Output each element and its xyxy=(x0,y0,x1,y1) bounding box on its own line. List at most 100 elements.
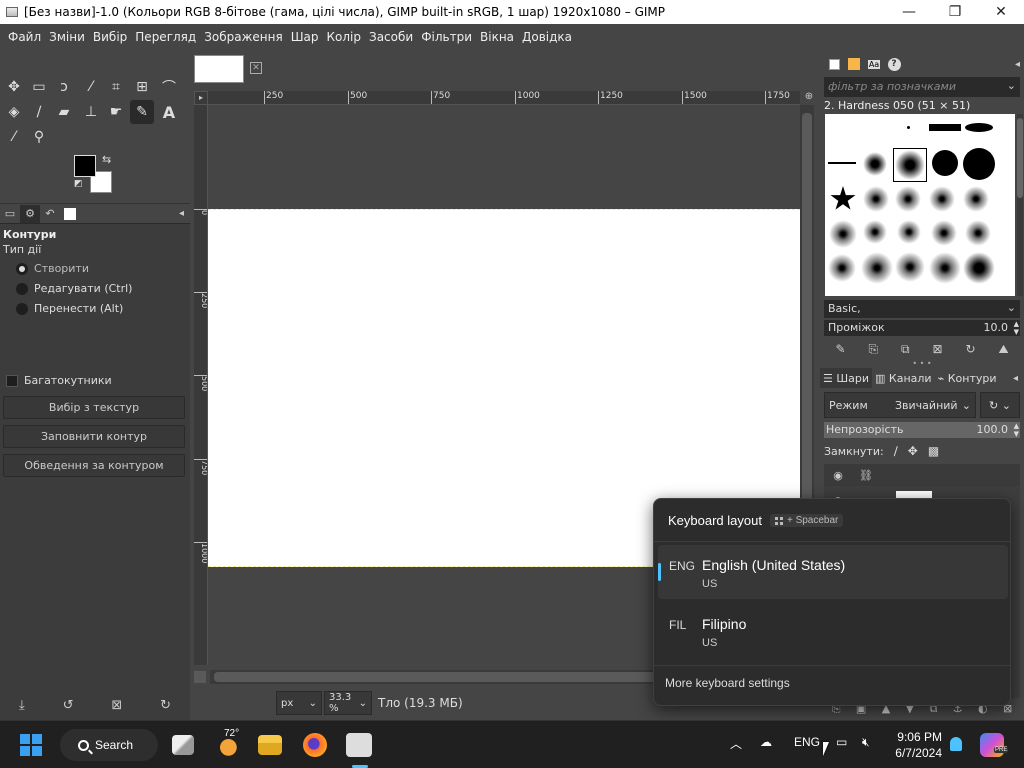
zoom-tool-icon[interactable]: ⚲ xyxy=(27,125,51,149)
text-tool-icon[interactable]: A xyxy=(157,100,181,124)
device-status-tab-icon[interactable]: ▭ xyxy=(0,205,20,223)
lasso-tool-icon[interactable]: ↄ xyxy=(52,75,76,99)
brushes-tab-icon[interactable] xyxy=(824,55,844,73)
unit-select[interactable]: px ⌄ xyxy=(276,691,322,715)
lock-pixels-icon[interactable]: ∕ xyxy=(894,444,898,458)
brush-item[interactable] xyxy=(931,220,957,246)
fg-bg-color-selector[interactable]: ⇆ ◩ xyxy=(74,153,116,195)
menu-filters[interactable]: Фільтри xyxy=(417,30,476,44)
brush-item[interactable] xyxy=(929,252,961,284)
brush-item[interactable] xyxy=(963,186,989,212)
brush-grid[interactable] xyxy=(825,114,1015,296)
delete-options-icon[interactable]: ⊠ xyxy=(111,698,122,713)
polygonal-checkbox[interactable]: Багатокутники xyxy=(6,374,112,387)
bucket-fill-tool-icon[interactable]: ◈ xyxy=(2,100,26,124)
tab-menu-icon[interactable]: ◂ xyxy=(179,208,184,219)
system-clock[interactable]: 9:06 PM 6/7/2024 xyxy=(888,729,942,761)
mode-radio-move[interactable]: Перенести (Alt) xyxy=(16,302,123,315)
volume-muted-icon[interactable]: 🔇︎ xyxy=(862,735,870,750)
smudge-tool-icon[interactable]: ☛ xyxy=(104,100,128,124)
undo-history-tab-icon[interactable]: ↶ xyxy=(40,205,60,223)
brush-item[interactable] xyxy=(907,126,910,129)
menu-image[interactable]: Зображення xyxy=(200,30,287,44)
brush-tag-filter-input[interactable]: фільтр за позначками ⌄ xyxy=(824,77,1020,97)
brush-scrollbar[interactable] xyxy=(1017,114,1023,296)
brush-item[interactable] xyxy=(929,186,955,212)
minimize-button[interactable]: — xyxy=(886,0,932,24)
layer-mode-select[interactable]: Режим Звичайний ⌄ xyxy=(824,392,976,418)
help-tab-icon[interactable]: ? xyxy=(884,55,904,73)
brush-item[interactable] xyxy=(863,152,887,176)
lock-alpha-icon[interactable]: ▩ xyxy=(928,444,939,458)
composite-mode-select[interactable]: ↻ ⌄ xyxy=(980,392,1020,418)
brush-item[interactable] xyxy=(963,252,995,284)
brush-item[interactable] xyxy=(929,124,961,131)
start-button[interactable] xyxy=(20,734,42,756)
mode-radio-edit[interactable]: Редагувати (Ctrl) xyxy=(16,282,132,295)
brush-item[interactable] xyxy=(897,220,921,244)
brush-item[interactable] xyxy=(829,220,857,248)
zoom-fit-icon[interactable]: ⊕ xyxy=(802,91,816,105)
firefox-icon[interactable] xyxy=(303,733,327,757)
open-as-image-icon[interactable]: ⛰ xyxy=(998,342,1008,357)
fill-path-button[interactable]: Заповнити контур xyxy=(3,425,185,448)
save-options-icon[interactable]: ⤓ xyxy=(19,698,25,713)
tab-paths[interactable]: ⌁ Контури xyxy=(935,368,1000,388)
brush-item[interactable] xyxy=(828,254,856,282)
new-brush-icon[interactable]: ⎘ xyxy=(868,342,878,357)
mode-radio-create[interactable]: Створити xyxy=(16,262,89,275)
quick-mask-corner-icon[interactable]: ▸ xyxy=(194,91,208,105)
chain-link-icon[interactable]: ⛓ xyxy=(852,469,880,482)
tab-channels[interactable]: ▥ Канали xyxy=(872,368,935,388)
menu-edit[interactable]: Зміни xyxy=(45,30,89,44)
paths-tool-icon[interactable]: ✎ xyxy=(130,100,154,124)
default-colors-icon[interactable]: ◩ xyxy=(74,179,83,189)
refresh-brushes-icon[interactable]: ↻ xyxy=(965,342,975,356)
rect-select-tool-icon[interactable]: ▭ xyxy=(27,75,51,99)
tab-menu-icon[interactable]: ◂ xyxy=(1015,59,1020,70)
brush-item[interactable] xyxy=(830,186,856,210)
fuzzy-select-tool-icon[interactable]: ⁄ xyxy=(79,75,103,99)
selection-from-path-button[interactable]: Вибір з текстур xyxy=(3,396,185,419)
show-hidden-icons-icon[interactable]: ︿ xyxy=(730,735,742,752)
brush-item[interactable] xyxy=(963,148,995,180)
close-button[interactable]: ✕ xyxy=(978,0,1024,24)
brush-item[interactable] xyxy=(965,220,991,246)
menu-colors[interactable]: Колір xyxy=(323,30,365,44)
navigate-icon[interactable] xyxy=(194,671,206,683)
image-tab-close-icon[interactable]: ✕ xyxy=(250,62,262,74)
gimp-taskbar-icon[interactable] xyxy=(346,733,372,757)
file-explorer-icon[interactable] xyxy=(258,735,282,755)
dock-separator[interactable]: • • • xyxy=(824,360,1020,368)
image-tab-thumbnail[interactable] xyxy=(194,55,244,83)
crop-tool-icon[interactable]: ⌗ xyxy=(104,75,128,99)
tab-layers[interactable]: ☰ Шари xyxy=(820,368,873,388)
layout-item-fil[interactable]: FIL Filipino US xyxy=(658,604,1008,658)
eraser-tool-icon[interactable]: ▰ xyxy=(52,100,76,124)
brush-item[interactable] xyxy=(932,150,958,176)
copilot-icon[interactable] xyxy=(980,733,1004,757)
brush-item[interactable] xyxy=(895,252,925,282)
brush-item[interactable] xyxy=(863,186,889,212)
move-tool-icon[interactable]: ✥ xyxy=(2,75,26,99)
menu-view[interactable]: Перегляд xyxy=(131,30,200,44)
fonts-tab-icon[interactable]: Aa xyxy=(864,55,884,73)
input-language-indicator[interactable]: ENG xyxy=(794,735,820,749)
brush-item[interactable] xyxy=(895,186,921,212)
lock-position-icon[interactable]: ✥ xyxy=(908,444,918,458)
chevron-down-icon[interactable]: ⌄ xyxy=(1007,79,1016,92)
delete-brush-icon[interactable]: ⊠ xyxy=(932,342,942,356)
onedrive-offline-icon[interactable]: ☁ xyxy=(760,735,772,749)
brush-item[interactable] xyxy=(965,123,993,132)
menu-tools[interactable]: Засоби xyxy=(365,30,417,44)
scroll-thumb[interactable] xyxy=(1017,118,1023,198)
visibility-eye-icon[interactable]: ◉ xyxy=(824,469,852,482)
patterns-tab-icon[interactable] xyxy=(844,55,864,73)
brush-item[interactable] xyxy=(828,162,856,164)
layer-opacity-slider[interactable]: Непрозорість 100.0 ▲ ▼ xyxy=(824,422,1020,438)
menu-help[interactable]: Довідка xyxy=(518,30,576,44)
warp-transform-tool-icon[interactable]: ⌒ xyxy=(157,75,181,99)
menu-file[interactable]: Файл xyxy=(4,30,45,44)
task-view-icon[interactable] xyxy=(172,735,194,755)
stroke-path-button[interactable]: Обведення за контуром xyxy=(3,454,185,477)
